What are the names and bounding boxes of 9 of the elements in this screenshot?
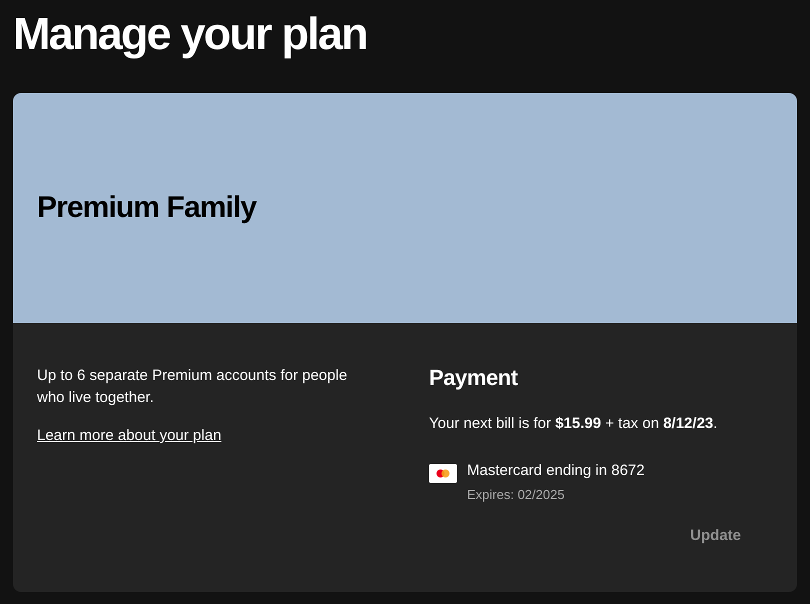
page-title: Manage your plan — [13, 7, 367, 61]
next-bill-text: Your next bill is for $15.99 + tax on 8/12/23. — [429, 414, 718, 434]
plan-description: Up to 6 separate Premium accounts for people who live together. — [37, 366, 348, 408]
payment-title: Payment — [429, 364, 518, 392]
card-expiry: Expires: 02/2025 — [467, 486, 565, 504]
card-label: Mastercard ending in 8672 — [467, 461, 645, 481]
card-brand-icon — [429, 464, 457, 483]
learn-more-link[interactable]: Learn more about your plan — [37, 425, 222, 447]
plan-name: Premium Family — [37, 190, 256, 226]
